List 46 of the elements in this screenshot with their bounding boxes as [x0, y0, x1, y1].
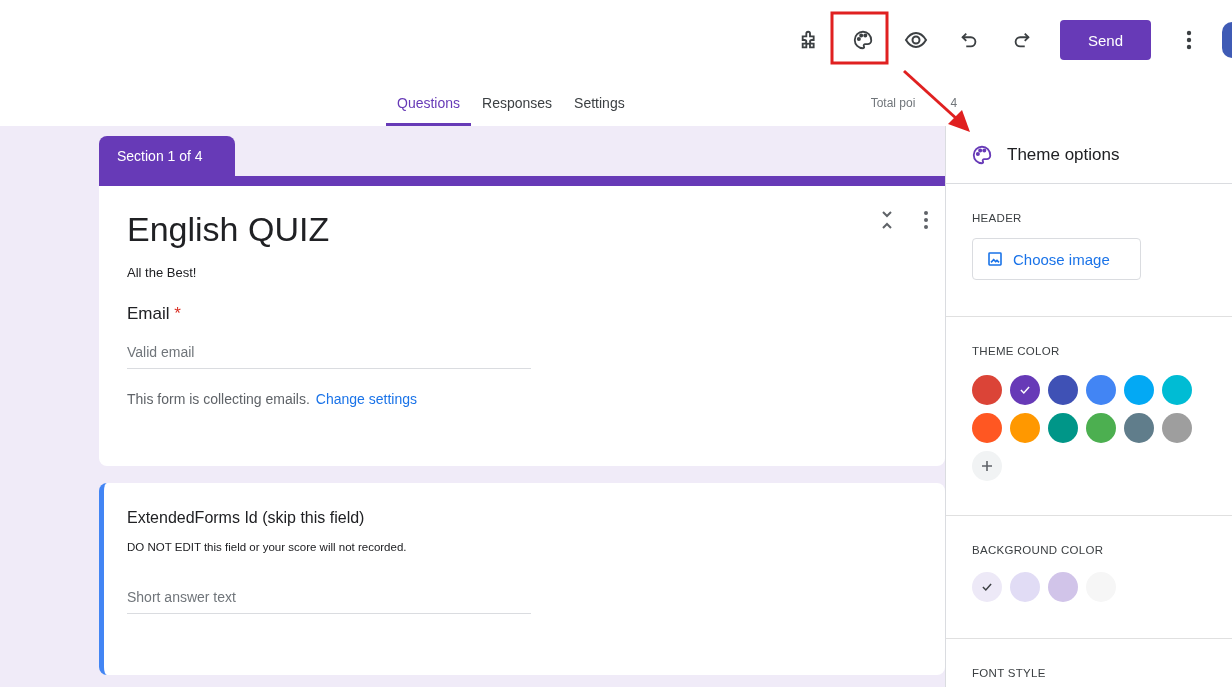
tab[interactable]: Settings — [563, 80, 636, 126]
email-note: This form is collecting emails. Change settings — [127, 391, 418, 407]
color-swatch[interactable] — [1010, 375, 1040, 405]
color-swatch[interactable] — [1124, 375, 1154, 405]
email-field[interactable]: Valid email — [127, 332, 531, 369]
email-label: Email * — [127, 304, 182, 324]
color-swatch[interactable] — [1010, 413, 1040, 443]
section-label: HEADER — [972, 212, 1023, 224]
required-mark: * — [174, 304, 181, 323]
question-description: DO NOT EDIT this field or your score will not recorded. — [127, 541, 408, 553]
palette-icon — [851, 29, 874, 51]
highlight-frame — [830, 11, 889, 65]
section-tab[interactable]: Section 1 of 4 — [99, 136, 235, 176]
panel-title: Theme options — [1007, 144, 1120, 165]
color-swatch[interactable] — [1048, 413, 1078, 443]
color-swatch[interactable] — [1124, 413, 1154, 443]
send-button[interactable]: Send — [1060, 20, 1151, 60]
color-swatch[interactable] — [1086, 413, 1116, 443]
color-swatch[interactable] — [1162, 413, 1192, 443]
choose-image-button[interactable]: Choose image — [972, 238, 1141, 280]
collapse-icon[interactable] — [881, 210, 893, 230]
avatar[interactable] — [1222, 22, 1232, 58]
change-settings-link[interactable]: Change settings — [315, 391, 417, 407]
color-swatch[interactable] — [1010, 572, 1040, 602]
section-label: FONT STYLE — [972, 667, 1047, 679]
answer-field[interactable]: Short answer text — [127, 577, 531, 614]
color-swatch[interactable] — [972, 572, 1002, 602]
tab[interactable]: Responses — [471, 80, 564, 126]
question-title: ExtendedForms Id (skip this field) — [127, 509, 366, 527]
palette-icon — [971, 143, 993, 166]
color-swatch[interactable] — [972, 375, 1002, 405]
total-points-value: 4 — [950, 96, 958, 110]
add-color-button[interactable] — [972, 451, 1002, 481]
color-swatch[interactable] — [1048, 572, 1078, 602]
section-label: THEME COLOR — [972, 345, 1061, 357]
color-swatch[interactable] — [972, 413, 1002, 443]
plus-icon — [981, 460, 993, 472]
image-icon — [987, 251, 1003, 267]
total-points-label: Total poi — [870, 96, 916, 110]
section-label: BACKGROUND COLOR — [972, 544, 1105, 556]
color-swatch[interactable] — [1162, 375, 1192, 405]
form-description: All the Best! — [127, 265, 198, 280]
more-icon[interactable] — [923, 210, 929, 230]
color-swatch[interactable] — [1086, 375, 1116, 405]
form-title: English QUIZ — [127, 210, 330, 249]
color-swatch[interactable] — [1048, 375, 1078, 405]
